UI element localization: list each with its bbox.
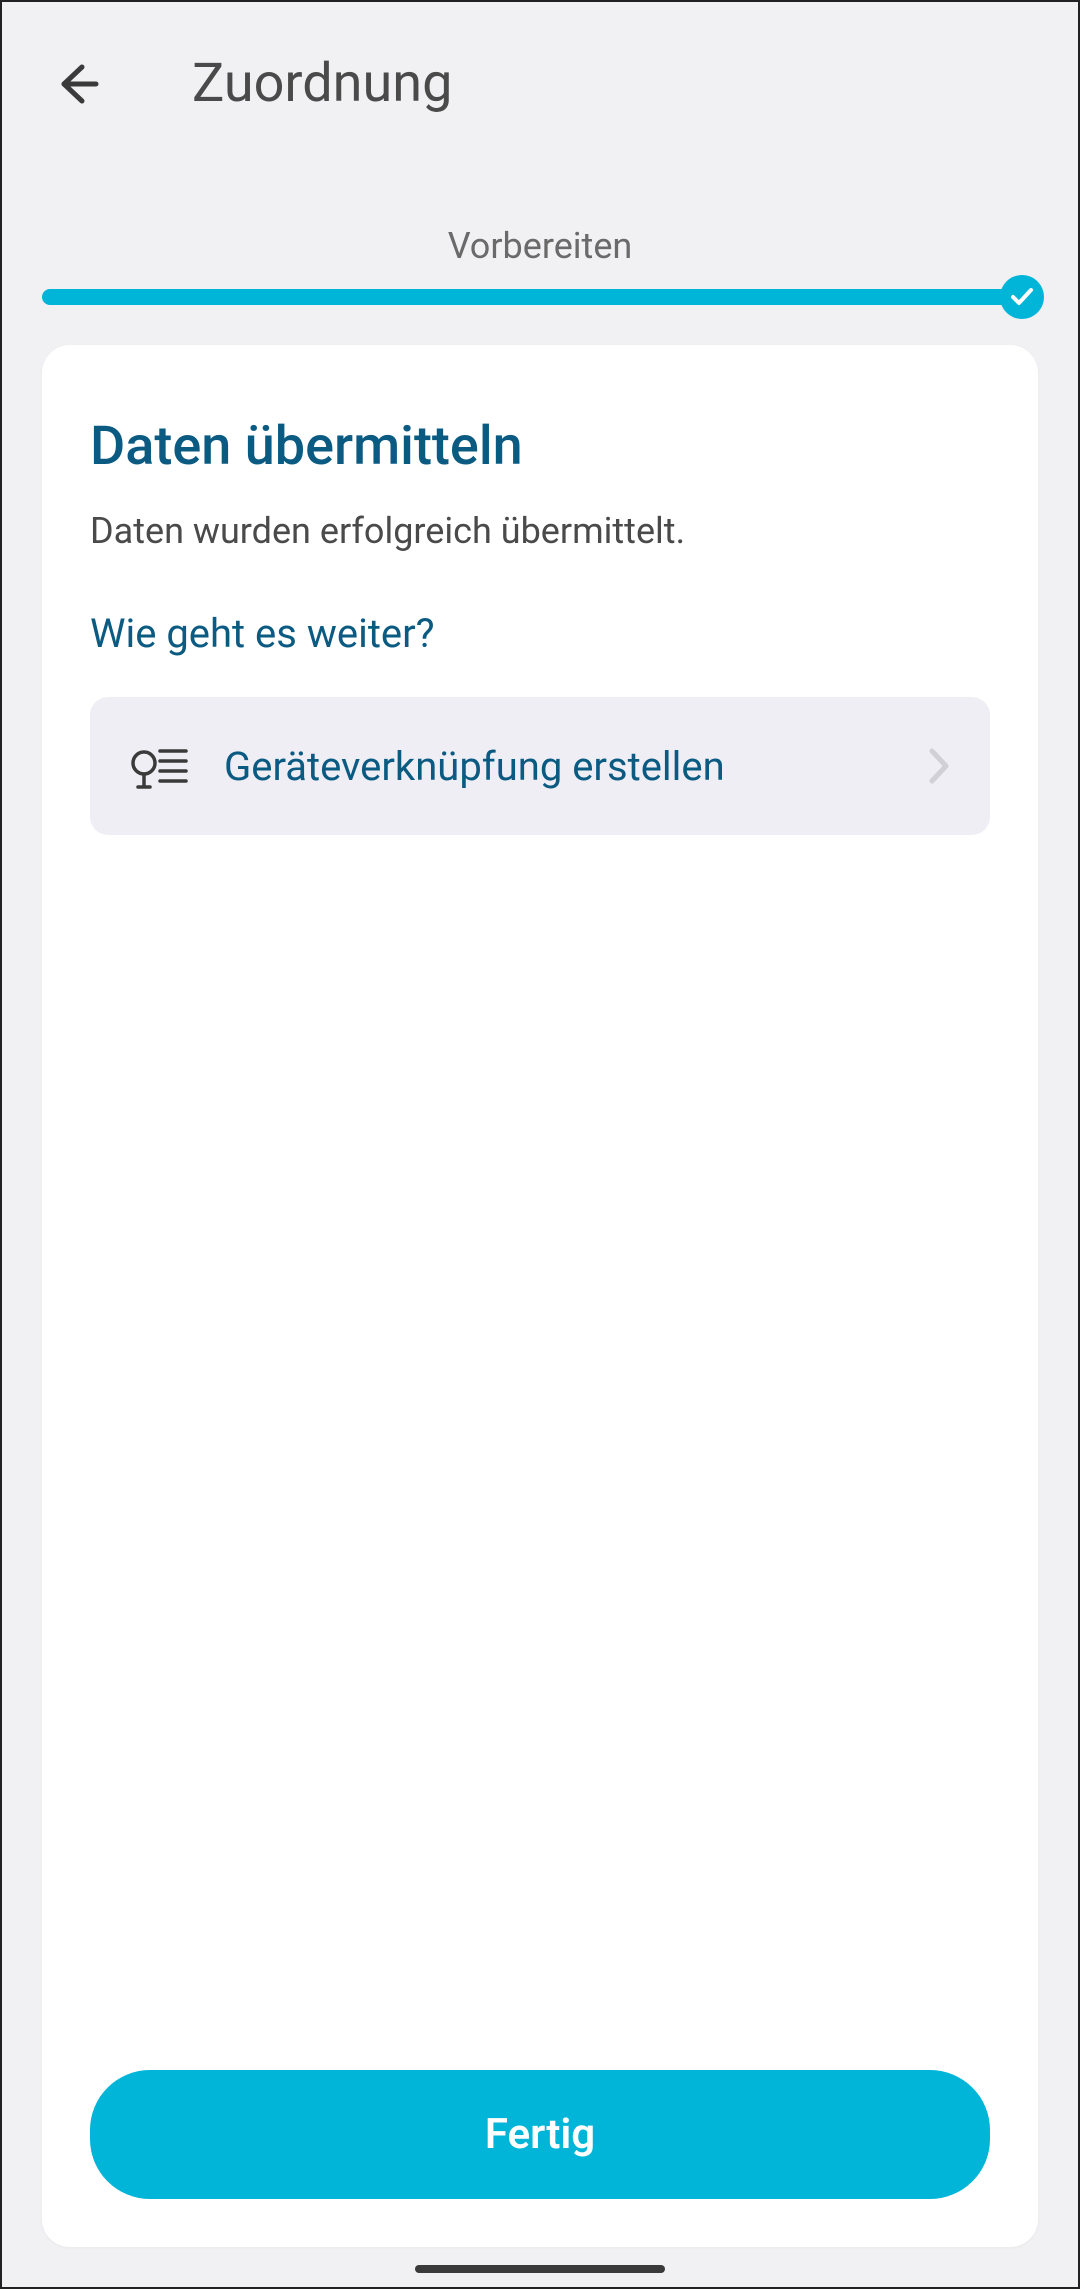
stage-label: Vorbereiten (2, 225, 1078, 267)
back-icon[interactable] (52, 59, 102, 109)
device-list-icon (130, 741, 190, 791)
card-subtext: Daten wurden erfolgreich übermittelt. (90, 510, 990, 552)
create-device-link-row[interactable]: Geräteverknüpfung erstellen (90, 697, 990, 835)
card-question: Wie geht es weiter? (90, 610, 990, 657)
progress-section: Vorbereiten (2, 145, 1078, 305)
page-title: Zuordnung (192, 52, 452, 115)
progress-bar (42, 289, 1038, 305)
chevron-right-icon (928, 747, 950, 785)
home-indicator[interactable] (415, 2265, 665, 2273)
action-label: Geräteverknüpfung erstellen (224, 743, 894, 790)
header: Zuordnung (2, 2, 1078, 145)
progress-check-icon (1000, 275, 1044, 319)
done-button[interactable]: Fertig (90, 2070, 990, 2199)
progress-bar-wrap (2, 289, 1078, 305)
card-heading: Daten übermitteln (90, 415, 990, 478)
spacer (90, 835, 990, 2070)
content-card: Daten übermitteln Daten wurden erfolgrei… (42, 345, 1038, 2247)
